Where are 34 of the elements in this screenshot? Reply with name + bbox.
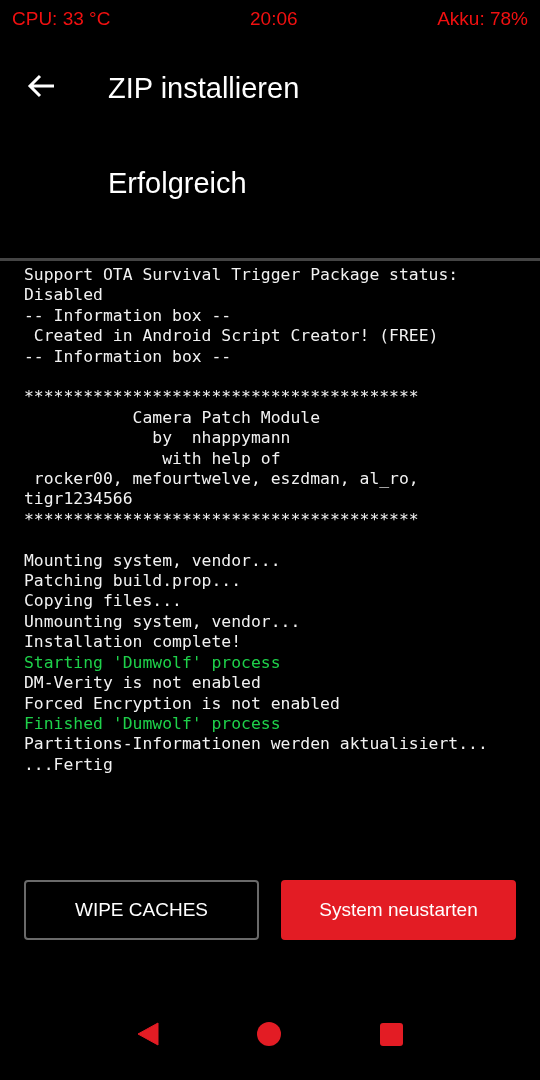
log-line: Installation complete! <box>24 632 242 653</box>
reboot-button[interactable]: System neustarten <box>281 880 516 940</box>
log-line: Created in Android Script Creator! (FREE) <box>32 326 439 347</box>
log-line: -- Information box -- <box>24 346 232 368</box>
log-line: with help of <box>161 448 281 470</box>
log-line: Forced Encryption is not enabled <box>24 693 340 714</box>
log-line: Finished 'Dumwolf' process <box>24 713 281 735</box>
back-arrow-icon[interactable] <box>26 73 56 99</box>
wipe-button[interactable]: WIPE CACHES <box>24 880 259 940</box>
log-line: -- Information box -- <box>24 305 232 327</box>
log-line: by nhappymann <box>151 428 291 449</box>
page-title: ZIP installieren <box>108 71 301 105</box>
log-line: **************************************** <box>24 509 419 531</box>
recents-icon[interactable] <box>379 1022 403 1046</box>
status-text: Erfolgreich <box>108 166 248 200</box>
log-line: Partitions-Informationen werden aktualisiert... <box>24 734 488 755</box>
log-line: DM-Verity is not enabled <box>24 673 261 694</box>
log-line: Support OTA Survival Trigger Package status: <box>24 265 459 286</box>
log-line: ...Fertig <box>24 754 113 776</box>
back-icon[interactable] <box>137 1022 160 1046</box>
log-line: Patching build.prop... <box>24 571 242 592</box>
log-line: Disabled <box>24 285 103 306</box>
log-line: rocker00, mefourtwelve, eszdman, al_ro, <box>32 469 419 490</box>
log-line: Mounting system, vendor... <box>24 550 281 572</box>
log-line: Unmounting system, vendor... <box>24 611 301 633</box>
log-line: Copying files... <box>24 591 182 612</box>
clock: 20:06 <box>250 8 298 30</box>
log-line: tigr1234566 <box>24 489 133 510</box>
log-line: **************************************** <box>24 387 419 408</box>
home-icon[interactable] <box>257 1022 282 1046</box>
cpu-temperature: CPU: 33 °C <box>12 8 111 30</box>
battery-level: Akku: 78% <box>437 8 528 30</box>
log-line: Starting 'Dumwolf' process <box>24 652 281 674</box>
log-line: Camera Patch Module <box>131 407 321 429</box>
